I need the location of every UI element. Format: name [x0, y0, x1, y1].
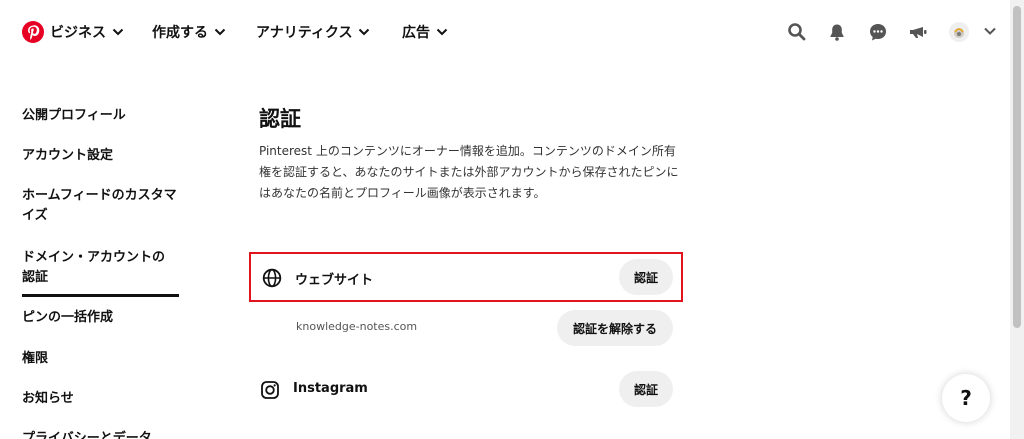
globe-icon — [262, 268, 282, 288]
chevron-down-icon — [359, 28, 370, 36]
verified-domain: knowledge-notes.com — [296, 320, 418, 333]
pinterest-logo-icon[interactable] — [22, 21, 44, 43]
scrollbar[interactable] — [1010, 0, 1024, 439]
website-label: ウェブサイト — [295, 273, 374, 288]
avatar[interactable] — [949, 22, 969, 42]
chevron-down-icon — [214, 28, 226, 36]
verify-instagram-button[interactable]: 認証 — [619, 371, 673, 407]
analytics-menu-label: アナリティクス — [256, 25, 353, 41]
help-button[interactable]: ? — [942, 374, 990, 422]
sidebar-item-domain-account-verification[interactable]: ドメイン・アカウントの認証 — [22, 248, 177, 288]
sidebar-item-notifications[interactable]: お知らせ — [22, 389, 182, 409]
ads-menu-label: 広告 — [402, 25, 430, 41]
top-navigation: ビジネス 作成する アナリティクス 広告 — [0, 0, 1010, 64]
sidebar-item-public-profile[interactable]: 公開プロフィール — [22, 106, 182, 126]
sidebar-item-bulk-create-pins[interactable]: ピンの一括作成 — [22, 308, 182, 328]
sidebar-item-permissions[interactable]: 権限 — [22, 349, 182, 369]
create-menu-label: 作成する — [152, 25, 208, 41]
instagram-verification-row: Instagram 認証 — [249, 366, 683, 416]
analytics-menu[interactable]: アナリティクス — [256, 22, 370, 42]
verify-website-button[interactable]: 認証 — [619, 259, 673, 295]
scrollbar-thumb[interactable] — [1013, 6, 1021, 328]
business-menu[interactable]: ビジネス — [50, 22, 124, 42]
chevron-down-icon — [112, 28, 124, 36]
website-verification-row: ウェブサイト 認証 — [249, 252, 683, 302]
chevron-down-icon — [436, 28, 448, 36]
account-chevron-down-icon[interactable] — [983, 24, 997, 38]
business-menu-label: ビジネス — [50, 25, 106, 41]
search-icon[interactable] — [787, 22, 807, 42]
chat-icon[interactable] — [868, 22, 888, 42]
create-menu[interactable]: 作成する — [152, 22, 226, 42]
bell-icon[interactable] — [827, 22, 847, 42]
sidebar-item-privacy-data[interactable]: プライバシーとデータ — [22, 429, 182, 439]
active-indicator — [22, 294, 179, 297]
sidebar-item-account-settings[interactable]: アカウント設定 — [22, 146, 182, 166]
ads-menu[interactable]: 広告 — [402, 22, 448, 42]
page-description: Pinterest 上のコンテンツにオーナー情報を追加。コンテンツのドメイン所有… — [259, 144, 679, 200]
instagram-label: Instagram — [293, 381, 368, 396]
megaphone-icon[interactable] — [908, 22, 928, 42]
instagram-icon — [261, 381, 279, 399]
unverify-button[interactable]: 認証を解除する — [557, 310, 673, 346]
page-title: 認証 — [259, 107, 301, 131]
sidebar-item-home-feed-customization[interactable]: ホームフィードのカスタマイズ — [22, 186, 177, 226]
